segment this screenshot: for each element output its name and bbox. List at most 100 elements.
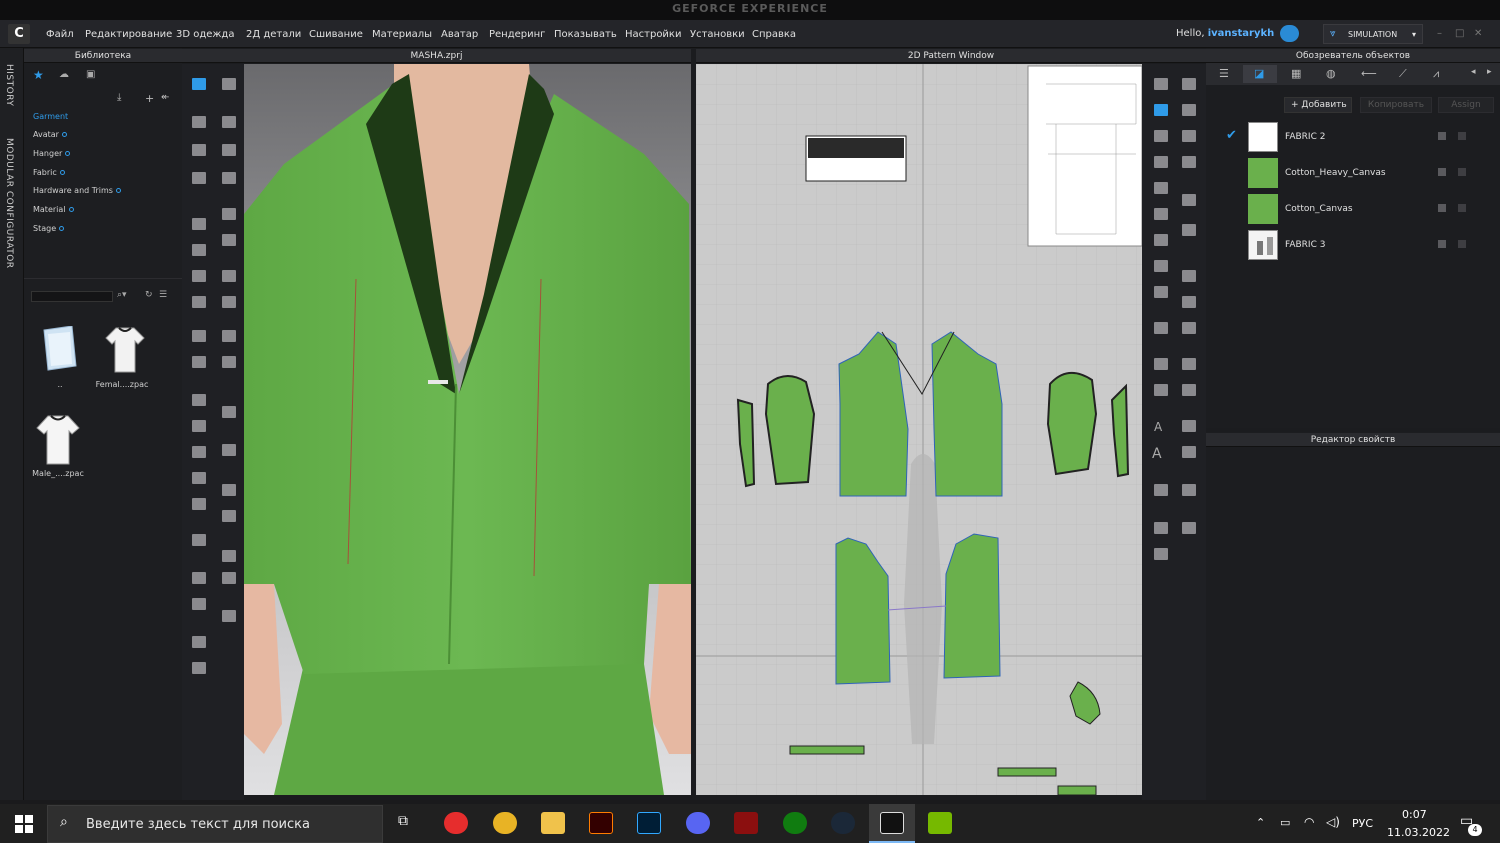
list-view-icon[interactable]: ☰ — [159, 290, 167, 300]
game-icon[interactable] — [734, 812, 758, 834]
menu-sewing[interactable]: Сшивание — [309, 29, 363, 40]
library-item-garment[interactable]: Garment — [33, 112, 68, 121]
menu-help[interactable]: Справка — [752, 29, 796, 40]
visibility-icon[interactable] — [1458, 168, 1466, 176]
illustrator-icon[interactable] — [589, 812, 613, 834]
back-icon[interactable]: ↞ — [161, 92, 169, 103]
battery-icon[interactable]: ▭ — [1280, 816, 1290, 829]
close-icon[interactable]: ✕ — [1474, 28, 1482, 39]
menu-edit[interactable]: Редактирование — [85, 29, 172, 40]
explorer-icon[interactable] — [541, 812, 565, 834]
dimension-icon[interactable] — [1154, 384, 1168, 396]
visibility-icon[interactable] — [1458, 204, 1466, 212]
zipper-2d-icon[interactable] — [1182, 358, 1196, 370]
library-item-hardware[interactable]: Hardware and Trims — [33, 186, 121, 195]
text-icon[interactable]: A — [1154, 420, 1162, 434]
library-item-hanger[interactable]: Hanger — [33, 149, 71, 158]
copy-button[interactable]: Копировать — [1360, 97, 1432, 113]
box-icon[interactable] — [222, 550, 236, 562]
zipper-icon[interactable] — [192, 356, 206, 368]
yandex-icon[interactable] — [444, 812, 468, 834]
clock-time[interactable]: 0:07 — [1402, 808, 1427, 821]
person-icon[interactable] — [1154, 548, 1168, 560]
clock-date[interactable]: 11.03.2022 — [1387, 826, 1450, 839]
fabric-row[interactable]: Cotton_Canvas — [1206, 192, 1500, 226]
visibility-icon[interactable] — [1458, 240, 1466, 248]
viewport-3d[interactable] — [244, 64, 691, 795]
split-icon[interactable] — [222, 610, 236, 622]
pleat-icon[interactable] — [1154, 322, 1168, 334]
segment-icon[interactable] — [192, 296, 206, 308]
xbox-icon[interactable] — [783, 812, 807, 834]
shirt-half-icon[interactable] — [192, 472, 206, 484]
text-large-icon[interactable]: A — [1152, 446, 1162, 462]
fold-2d-icon[interactable] — [1182, 224, 1196, 236]
folder-icon[interactable] — [42, 326, 78, 372]
tab-right-icon[interactable]: ▸ — [1487, 67, 1492, 77]
steam-icon[interactable] — [831, 812, 855, 834]
visibility-icon[interactable] — [1458, 132, 1466, 140]
pencil-icon[interactable] — [192, 598, 206, 610]
polygon-icon[interactable] — [1154, 130, 1168, 142]
scissors-icon[interactable] — [222, 172, 236, 184]
language-indicator[interactable]: РУС — [1352, 817, 1373, 830]
photoshop-icon[interactable] — [637, 812, 661, 834]
menu-render[interactable]: Рендеринг — [489, 29, 545, 40]
shirt-small-icon[interactable] — [192, 446, 206, 458]
select-move-icon[interactable] — [192, 78, 206, 90]
jacket-alt-icon[interactable] — [192, 662, 206, 674]
library-item-material[interactable]: Material — [33, 205, 74, 214]
library-item-avatar[interactable]: Avatar — [33, 130, 67, 139]
offset-icon[interactable] — [1182, 194, 1196, 206]
female-tshirt-icon[interactable] — [104, 326, 146, 374]
zigzag-tab-icon[interactable]: ⩘ — [1433, 67, 1439, 81]
tack-2d-icon[interactable] — [1182, 322, 1196, 334]
edit-curve-icon[interactable] — [1154, 104, 1168, 116]
trim-icon[interactable] — [192, 420, 206, 432]
symmetry-icon[interactable] — [1182, 484, 1196, 496]
grade-icon[interactable] — [1182, 384, 1196, 396]
search-icon[interactable]: ⌕▾ — [117, 290, 127, 300]
transform-icon[interactable] — [1154, 78, 1168, 90]
mode-dropdown[interactable]: SIMULATION ▾ — [1323, 24, 1423, 44]
dart-icon[interactable] — [1182, 156, 1196, 168]
buttonhole-icon[interactable] — [222, 356, 236, 368]
library-item-fabric[interactable]: Fabric — [33, 168, 65, 177]
pressure-icon[interactable] — [192, 534, 206, 546]
maximize-icon[interactable]: □ — [1455, 28, 1464, 39]
menu-file[interactable]: Файл — [46, 29, 74, 40]
nvidia-icon[interactable] — [928, 812, 952, 834]
point-icon[interactable] — [192, 244, 206, 256]
elastic-icon[interactable] — [222, 296, 236, 308]
seam-icon[interactable] — [192, 270, 206, 282]
measure-icon[interactable] — [222, 208, 236, 220]
puckering-icon[interactable] — [222, 484, 236, 496]
username[interactable]: ivanstarykh — [1208, 28, 1275, 39]
tape-icon[interactable] — [192, 572, 206, 584]
download-icon[interactable]: ⤓ — [117, 92, 121, 103]
arrange-icon[interactable] — [192, 218, 206, 230]
lock-icon[interactable] — [1438, 240, 1446, 248]
fabric-row[interactable]: Cotton_Heavy_Canvas — [1206, 156, 1500, 190]
tab-modular-configurator[interactable]: MODULAR CONFIGURATOR — [4, 138, 14, 269]
texture-icon[interactable] — [192, 394, 206, 406]
cloud-icon[interactable] — [1280, 25, 1299, 42]
minimize-icon[interactable]: – — [1437, 28, 1442, 39]
menu-2d-pattern[interactable]: 2Д детали — [246, 29, 301, 40]
jacket-icon[interactable] — [192, 636, 206, 648]
rectangle-icon[interactable] — [1182, 130, 1196, 142]
topstitch-tab-icon[interactable]: ⟵ — [1361, 67, 1377, 80]
refresh-icon[interactable]: ↻ — [145, 290, 153, 300]
button-tool-icon[interactable] — [222, 330, 236, 342]
pen-icon[interactable] — [192, 330, 206, 342]
menu-avatar[interactable]: Аватар — [441, 29, 478, 40]
square-icon[interactable] — [222, 572, 236, 584]
menu-materials[interactable]: Материалы — [372, 29, 432, 40]
task-view-icon[interactable]: ⧉ — [398, 813, 408, 829]
tab-left-icon[interactable]: ◂ — [1471, 67, 1476, 77]
bag-icon[interactable]: ▣ — [86, 69, 95, 80]
discord-icon[interactable] — [686, 812, 710, 834]
add-icon[interactable]: + — [145, 92, 154, 105]
favorites-icon[interactable]: ★ — [33, 68, 44, 82]
sew-icon[interactable] — [1154, 260, 1168, 272]
